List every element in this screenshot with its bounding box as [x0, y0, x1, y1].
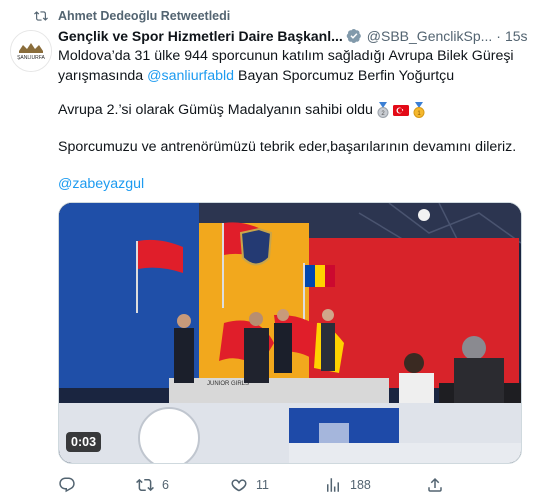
retweet-button[interactable]: 6 — [136, 476, 169, 494]
mention-link-zabeyazgul[interactable]: @zabeyazgul — [58, 174, 144, 194]
separator-dot: · — [496, 28, 501, 44]
turkey-flag-icon — [392, 105, 409, 116]
verified-gray-badge-icon — [346, 28, 362, 44]
tweet-paragraph-2: Avrupa 2.’si olarak Gümüş Madalyanın sah… — [58, 100, 427, 120]
retweet-count: 6 — [162, 478, 169, 492]
tweet-line-2: yarışmasında @sanliurfabld Bayan Sporcum… — [58, 66, 538, 86]
retweet-label[interactable]: Ahmet Dedeoğlu Retweetledi — [58, 9, 230, 23]
like-count: 11 — [256, 478, 269, 492]
tweet-line-1: Moldova’da 31 ülke 944 sporcunun katılım… — [58, 48, 514, 64]
tweet-card[interactable]: Ahmet Dedeoğlu Retweetledi ŞANLIURFA Gen… — [0, 0, 554, 502]
video-thumbnail: JUNIOR GIRLS — [59, 203, 521, 463]
tweet-actions: 6 11 188 — [58, 474, 446, 496]
tweet-paragraph-3: Sporcumuzu ve antrenörümüzü tebrik eder,… — [58, 139, 517, 155]
retweet-indicator: Ahmet Dedeoğlu Retweetledi — [34, 8, 230, 24]
silver-medal-icon: 2 — [377, 102, 389, 118]
avatar[interactable]: ŞANLIURFA — [10, 30, 52, 72]
svg-text:JUNIOR GIRLS: JUNIOR GIRLS — [207, 381, 249, 387]
reply-button[interactable] — [58, 476, 84, 494]
retweet-action-icon — [136, 478, 154, 492]
video-duration-badge: 0:03 — [66, 432, 102, 452]
gold-medal-icon: 1 — [413, 102, 425, 118]
tweet-timestamp[interactable]: 15s — [505, 28, 528, 44]
retweet-icon — [34, 11, 48, 21]
author-handle[interactable]: @SBB_GenclikSp... — [367, 28, 493, 44]
views-count: 188 — [350, 478, 371, 492]
video-player[interactable]: JUNIOR GIRLS — [58, 202, 522, 464]
tweet-header: Gençlik ve Spor Hizmetleri Daire Başkanl… — [58, 26, 540, 46]
tweet-line-2-suffix: Bayan Sporcumuz Berfin Yoğurtçu — [234, 68, 455, 84]
views-button[interactable]: 188 — [324, 476, 371, 494]
heart-icon — [231, 479, 247, 492]
like-button[interactable]: 11 — [230, 476, 269, 494]
reply-icon — [59, 477, 75, 493]
share-button[interactable] — [426, 476, 444, 494]
mention-link[interactable]: @sanliurfabld — [147, 68, 234, 84]
author-name[interactable]: Gençlik ve Spor Hizmetleri Daire Başkanl… — [58, 28, 343, 44]
paragraph-2-text: Avrupa 2.’si olarak Gümüş Madalyanın sah… — [58, 102, 373, 118]
avatar-text: ŞANLIURFA — [17, 55, 45, 61]
views-chart-icon — [327, 478, 339, 492]
tweet-text: Moldova’da 31 ülke 944 sporcunun katılım… — [58, 46, 538, 86]
share-icon — [428, 477, 442, 492]
tweet-line-2-prefix: yarışmasında — [58, 68, 148, 84]
